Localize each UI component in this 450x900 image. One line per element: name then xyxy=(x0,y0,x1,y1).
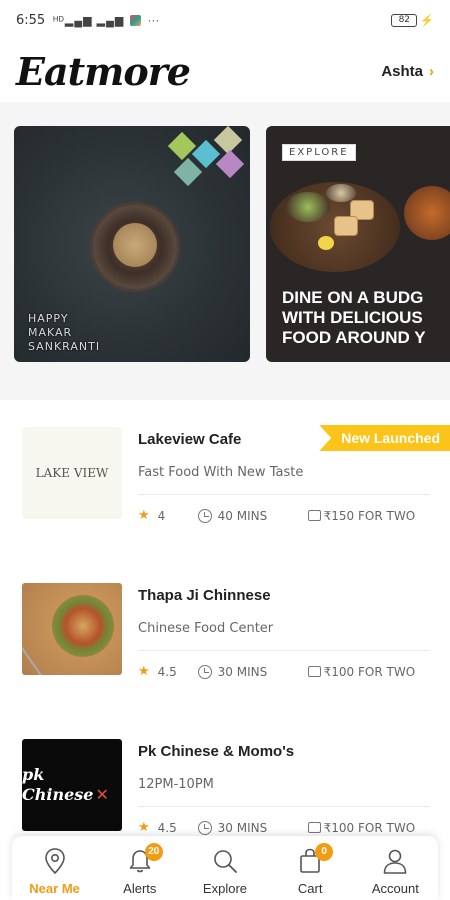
bottom-navigation: Near Me 20 Alerts Explore 0 Cart Account xyxy=(12,836,438,900)
clock-icon xyxy=(197,664,212,679)
restaurant-meta: ★ 4 40 MINS ₹150 FOR TWO xyxy=(138,508,450,523)
sweet-plate-image xyxy=(90,202,180,292)
bolt-icon: ⚡ xyxy=(420,14,434,27)
clock-icon xyxy=(197,508,212,523)
battery-indicator: 82 ⚡ xyxy=(391,13,434,27)
rating-value: 4 xyxy=(157,508,166,523)
restaurant-subtitle: 12PM-10PM xyxy=(138,777,214,792)
restaurant-subtitle: Fast Food With New Taste xyxy=(138,465,304,480)
price-for-two: ₹100 FOR TWO xyxy=(323,664,416,679)
price-for-two: ₹100 FOR TWO xyxy=(323,820,416,835)
restaurant-meta: ★ 4.5 30 MINS ₹100 FOR TWO xyxy=(138,664,450,679)
signal-icon: ᴴᴰ▂▄▆ ▂▄▆ xyxy=(53,14,125,27)
restaurant-meta: ★ 4.5 30 MINS ₹100 FOR TWO xyxy=(138,820,450,835)
rating-value: 4.5 xyxy=(157,664,177,679)
divider xyxy=(138,806,430,807)
chevron-right-icon: › xyxy=(429,62,434,80)
delivery-time: 40 MINS xyxy=(217,508,268,523)
restaurant-thumbnail xyxy=(22,583,122,675)
pk-chinese-logo: pk Chinese xyxy=(22,765,94,804)
nav-explore[interactable]: Explore xyxy=(190,846,260,896)
search-icon xyxy=(210,846,240,876)
restaurant-subtitle: Chinese Food Center xyxy=(138,621,274,636)
alerts-count-badge: 20 xyxy=(144,843,163,861)
kite-icon xyxy=(167,131,197,161)
delivery-time: 30 MINS xyxy=(217,820,268,835)
explore-tag: EXPLORE xyxy=(282,144,356,161)
star-icon: ★ xyxy=(138,820,150,835)
price-for-two: ₹150 FOR TWO xyxy=(323,508,416,523)
nav-label: Account xyxy=(371,881,419,896)
noodles-image xyxy=(52,595,114,657)
chopsticks-icon: ✕ xyxy=(95,787,109,804)
fork-icon xyxy=(22,644,44,675)
status-time: 6:55 xyxy=(16,12,46,28)
app-logo: Eatmore xyxy=(16,48,191,94)
user-icon xyxy=(380,846,410,876)
divider xyxy=(138,494,430,495)
restaurant-list: LAKE VIEW New Launched Lakeview Cafe Fas… xyxy=(0,400,450,868)
nav-label: Explore xyxy=(202,881,247,896)
delivery-time: 30 MINS xyxy=(217,664,268,679)
nav-label: Cart xyxy=(297,881,323,896)
star-icon: ★ xyxy=(138,508,150,523)
app-notification-icon xyxy=(130,14,142,26)
nav-account[interactable]: Account xyxy=(360,846,430,896)
nav-cart[interactable]: 0 Cart xyxy=(275,843,345,896)
nav-label: Alerts xyxy=(123,881,157,896)
nav-label: Near Me xyxy=(29,881,80,896)
wallet-icon xyxy=(307,510,321,521)
restaurant-thumbnail: LAKE VIEW xyxy=(22,427,122,519)
wallet-icon xyxy=(307,666,321,677)
banner-makar-sankranti[interactable]: HAPPY MAKAR SANKRANTI xyxy=(14,126,250,362)
nav-near-me[interactable]: Near Me xyxy=(20,846,90,896)
banner-dine-budget[interactable]: EXPLORE DINE ON A BUDG WITH DELICIOUS FO… xyxy=(266,126,450,362)
restaurant-name: Lakeview Cafe xyxy=(138,431,242,448)
location-pin-icon xyxy=(40,846,70,876)
curry-bowl-image xyxy=(404,186,450,240)
kite-icon xyxy=(215,149,245,179)
nav-alerts[interactable]: 20 Alerts xyxy=(105,843,175,896)
restaurant-name: Thapa Ji Chinnese xyxy=(138,587,271,604)
divider xyxy=(138,650,430,651)
clock-icon xyxy=(197,820,212,835)
restaurant-thumbnail: pk Chinese ✕ xyxy=(22,739,122,831)
battery-level: 82 xyxy=(391,13,418,27)
status-bar: 6:55 ᴴᴰ▂▄▆ ▂▄▆ ··· 82 ⚡ xyxy=(0,0,450,40)
lakeview-logo: LAKE VIEW xyxy=(35,466,109,480)
restaurant-card-lakeview[interactable]: LAKE VIEW New Launched Lakeview Cafe Fas… xyxy=(0,400,450,556)
rating-value: 4.5 xyxy=(157,820,177,835)
banner-carousel[interactable]: HAPPY MAKAR SANKRANTI EXPLORE DINE ON A … xyxy=(0,102,450,400)
restaurant-name: Pk Chinese & Momo's xyxy=(138,743,295,760)
account-name-button[interactable]: Ashta › xyxy=(381,63,434,80)
app-header: Eatmore Ashta › xyxy=(0,40,450,102)
kite-icon xyxy=(173,157,203,187)
more-notifications-icon: ··· xyxy=(147,13,160,27)
festival-greeting: HAPPY MAKAR SANKRANTI xyxy=(28,312,101,353)
banner-headline: DINE ON A BUDG WITH DELICIOUS FOOD AROUN… xyxy=(282,288,426,347)
wallet-icon xyxy=(307,822,321,833)
account-name: Ashta xyxy=(381,62,423,80)
restaurant-card-thapa-ji[interactable]: Thapa Ji Chinnese Chinese Food Center ★ … xyxy=(0,556,450,712)
star-icon: ★ xyxy=(138,664,150,679)
cart-count-badge: 0 xyxy=(315,843,334,861)
